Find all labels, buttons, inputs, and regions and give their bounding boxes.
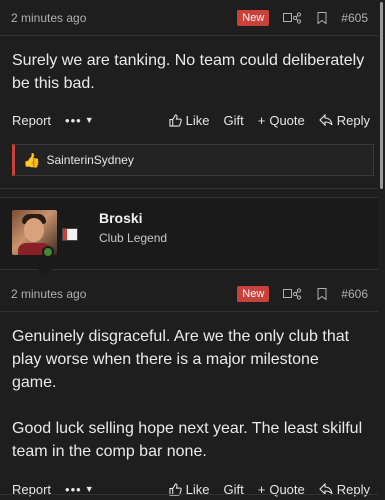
user-caret bbox=[37, 268, 53, 276]
post-actions: Report ••• ▼ Like Gift + Quote Reply bbox=[0, 106, 378, 134]
like-button[interactable]: Like bbox=[169, 113, 210, 128]
post-number[interactable]: #606 bbox=[341, 287, 368, 301]
quote-button[interactable]: + Quote bbox=[258, 113, 305, 128]
message-paragraph-2: Good luck selling hope next year. The le… bbox=[12, 420, 363, 460]
plus-icon: + bbox=[257, 112, 266, 128]
liked-by-user[interactable]: SainterinSydney bbox=[46, 153, 133, 167]
like-label: Like bbox=[185, 112, 210, 128]
gift-button[interactable]: Gift bbox=[224, 113, 244, 128]
post-number[interactable]: #605 bbox=[341, 11, 368, 25]
divider bbox=[0, 494, 378, 495]
message-paragraph-1: Genuinely disgraceful. Are we the only c… bbox=[12, 328, 350, 391]
post-message: Surely we are tanking. No team could del… bbox=[12, 52, 365, 92]
bookmark-icon[interactable] bbox=[317, 287, 327, 300]
reply-icon bbox=[318, 114, 333, 126]
chevron-down-icon: ▼ bbox=[84, 484, 94, 494]
more-menu-button[interactable]: ••• ▼ bbox=[65, 113, 94, 128]
flag-white-stripe bbox=[67, 229, 77, 240]
quote-label: Quote bbox=[269, 112, 305, 128]
reply-label: Reply bbox=[336, 112, 370, 128]
post-actions: Report ••• ▼ Like Gift + Quote Reply bbox=[0, 475, 378, 500]
club-flag-icon bbox=[62, 228, 78, 241]
post-meta: 2 minutes ago New #606 bbox=[0, 276, 378, 312]
user-info: Broski Club Legend bbox=[0, 197, 378, 276]
chevron-down-icon: ▼ bbox=[84, 115, 94, 125]
bookmark-icon[interactable] bbox=[317, 11, 327, 24]
post-606: 2 minutes ago New #606 Genuinely disgrac… bbox=[0, 276, 378, 500]
online-status-icon bbox=[42, 246, 54, 258]
username[interactable]: Broski bbox=[99, 210, 143, 226]
post-time: 2 minutes ago bbox=[11, 10, 87, 25]
user-title: Club Legend bbox=[99, 231, 168, 245]
divider bbox=[0, 188, 378, 189]
thumbs-up-emoji-icon: 👍 bbox=[23, 151, 41, 168]
thumbs-up-icon bbox=[169, 113, 182, 127]
gift-label: Gift bbox=[223, 112, 244, 128]
new-badge: New bbox=[237, 9, 270, 26]
report-button[interactable]: Report bbox=[12, 113, 51, 128]
new-badge: New bbox=[237, 285, 270, 302]
more-dots: ••• bbox=[65, 112, 82, 128]
reply-button[interactable]: Reply bbox=[318, 112, 370, 128]
post-time: 2 minutes ago bbox=[11, 286, 87, 301]
share-icon[interactable] bbox=[283, 11, 303, 24]
post-message: Genuinely disgraceful. Are we the only c… bbox=[0, 312, 378, 463]
scrollbar-thumb[interactable] bbox=[380, 2, 383, 189]
share-icon[interactable] bbox=[283, 287, 303, 300]
post-605: 2 minutes ago New #605 Surely we are tan… bbox=[0, 0, 378, 176]
avatar-face bbox=[24, 218, 44, 242]
likes-bar: 👍 SainterinSydney bbox=[12, 144, 374, 176]
post-meta: 2 minutes ago New #605 bbox=[0, 0, 378, 36]
